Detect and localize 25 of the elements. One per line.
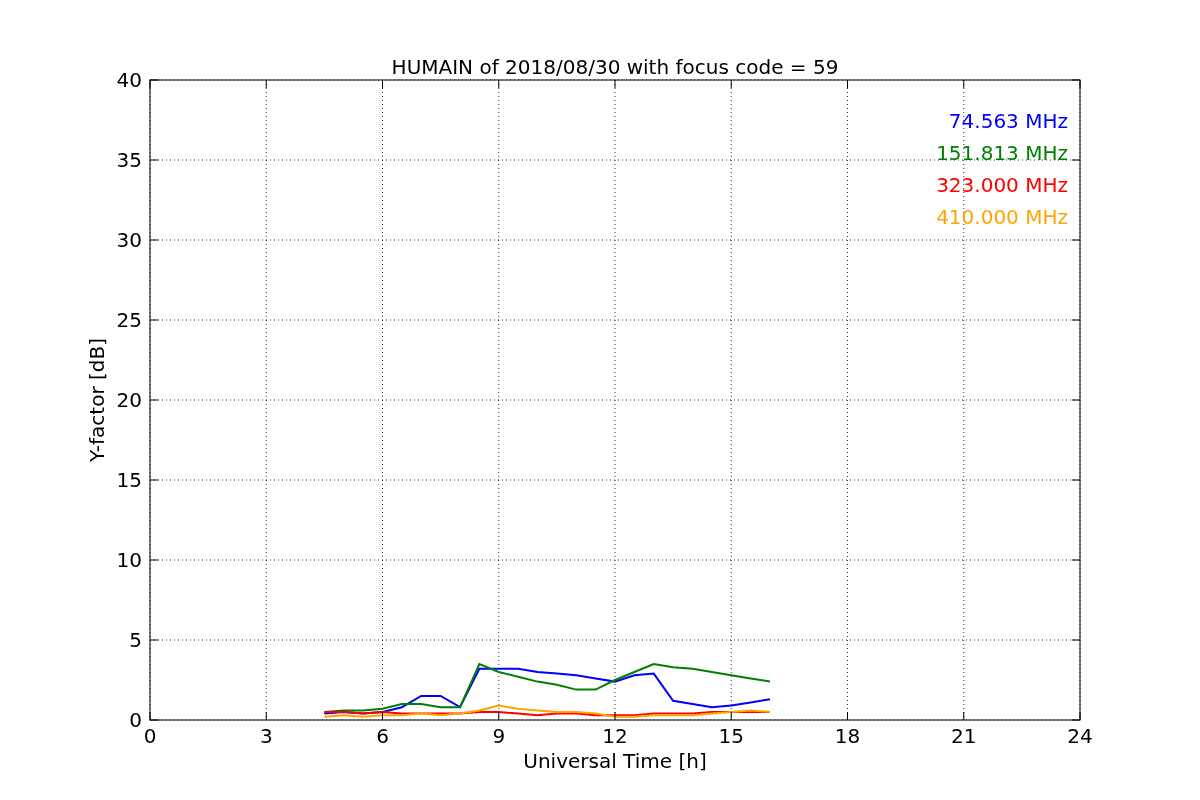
y-tick-label: 5 — [129, 628, 142, 652]
y-axis-label: Y-factor [dB] — [85, 338, 109, 462]
legend-label: 74.563 MHz — [948, 109, 1068, 133]
y-tick-label: 10 — [116, 548, 142, 572]
legend-label: 151.813 MHz — [936, 141, 1068, 165]
x-tick-label: 3 — [259, 724, 273, 748]
y-tick-label: 25 — [116, 308, 142, 332]
chart-title: HUMAIN of 2018/08/30 with focus code = 59 — [391, 55, 839, 79]
x-tick-label: 9 — [492, 724, 506, 748]
y-tick-label: 40 — [116, 68, 142, 92]
y-tick-label: 30 — [116, 228, 142, 252]
x-tick-label: 15 — [718, 724, 744, 748]
legend-label: 323.000 MHz — [936, 173, 1068, 197]
y-tick-label: 15 — [116, 468, 142, 492]
x-tick-label: 6 — [376, 724, 389, 748]
x-axis-label: Universal Time [h] — [523, 749, 707, 773]
x-tick-label: 18 — [834, 724, 861, 748]
x-tick-label: 21 — [951, 724, 977, 748]
x-tick-label: 0 — [143, 724, 157, 748]
legend-label: 410.000 MHz — [936, 205, 1068, 229]
x-tick-label: 12 — [602, 724, 628, 748]
y-tick-label: 20 — [116, 388, 142, 412]
y-tick-label: 0 — [129, 708, 142, 732]
y-tick-label: 35 — [116, 148, 142, 172]
x-tick-label: 24 — [1067, 724, 1093, 748]
